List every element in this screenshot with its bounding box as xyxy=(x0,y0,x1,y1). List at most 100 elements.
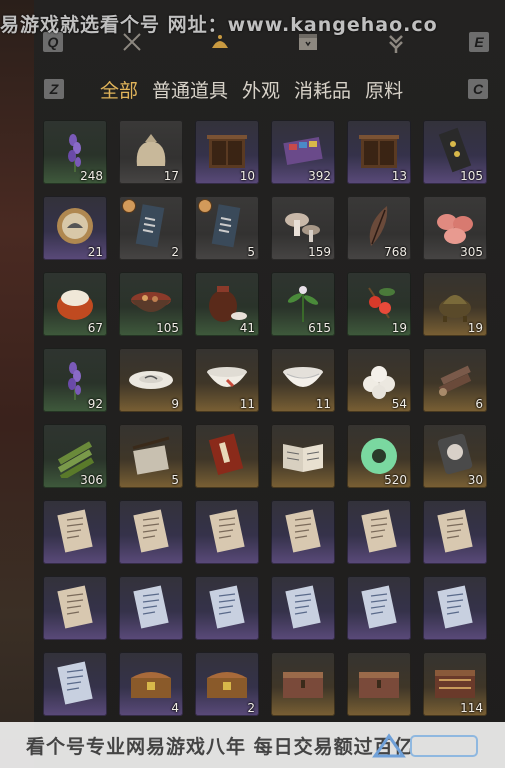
inventory-slot[interactable] xyxy=(347,576,411,640)
mushroom-icon xyxy=(285,213,320,242)
item-count: 21 xyxy=(87,245,103,259)
inventory-slot[interactable]: 5 xyxy=(195,196,259,260)
treasure-chest-icon xyxy=(207,672,247,698)
inventory-slot[interactable]: 9 xyxy=(119,348,183,412)
inventory-slot[interactable] xyxy=(271,500,335,564)
plate-icon xyxy=(129,371,173,389)
tab-category-1[interactable]: 普通道具 xyxy=(152,76,228,103)
item-count: 306 xyxy=(80,473,103,487)
z-key-hint[interactable]: Z xyxy=(44,79,64,99)
inventory-slot[interactable]: 615 xyxy=(271,272,335,336)
watermark-bottom-text: 看个号专业网易游戏八年 每日交易额过百亿 xyxy=(26,736,414,758)
tab-category-4[interactable]: 原料 xyxy=(365,76,403,103)
chestnut-icon xyxy=(57,290,93,320)
inventory-slot[interactable]: 392 xyxy=(271,120,335,184)
inventory-slot[interactable] xyxy=(195,500,259,564)
inventory-slot[interactable]: 67 xyxy=(43,272,107,336)
wooden-chest-icon xyxy=(359,672,399,698)
herb-icon xyxy=(287,286,319,322)
letter-icon xyxy=(209,509,245,553)
inventory-slot[interactable]: 2 xyxy=(195,652,259,716)
inventory-slot[interactable] xyxy=(347,652,411,716)
inventory-slot[interactable]: 30 xyxy=(423,424,487,488)
letter-icon xyxy=(133,509,169,553)
wine-jar-icon xyxy=(209,286,247,322)
inventory-slot[interactable]: 5 xyxy=(119,424,183,488)
item-count: 2 xyxy=(171,245,179,259)
brush-paper-icon xyxy=(132,436,170,475)
cabinet-icon xyxy=(359,135,399,168)
inventory-slot[interactable]: 114 xyxy=(423,652,487,716)
inventory-slot[interactable] xyxy=(423,576,487,640)
watermark-logo-icon xyxy=(372,733,478,758)
inventory-slot[interactable] xyxy=(347,500,411,564)
item-count: 67 xyxy=(87,321,103,335)
item-count: 114 xyxy=(460,701,483,715)
item-count: 768 xyxy=(384,245,407,259)
inventory-slot[interactable]: 13 xyxy=(347,120,411,184)
inventory-slot[interactable]: 768 xyxy=(347,196,411,260)
inventory-slot[interactable] xyxy=(271,576,335,640)
inventory-slot[interactable] xyxy=(195,424,259,488)
cabinet-icon xyxy=(207,135,247,168)
inventory-slot[interactable]: 11 xyxy=(271,348,335,412)
inventory-slot[interactable]: 19 xyxy=(423,272,487,336)
inventory-slot[interactable]: 19 xyxy=(347,272,411,336)
berry-icon xyxy=(368,287,395,319)
inventory-slot[interactable] xyxy=(43,576,107,640)
inventory-slot[interactable] xyxy=(43,500,107,564)
inventory-slot[interactable]: 6 xyxy=(423,348,487,412)
inventory-slot[interactable]: 21 xyxy=(43,196,107,260)
inventory-slot[interactable]: 159 xyxy=(271,196,335,260)
inventory-slot[interactable] xyxy=(119,500,183,564)
inventory-slot[interactable]: 4 xyxy=(119,652,183,716)
treasure-chest-icon xyxy=(131,672,171,698)
tab-category-0[interactable]: 全部 xyxy=(100,76,138,103)
inventory-slot[interactable] xyxy=(43,652,107,716)
letter-icon xyxy=(57,509,93,553)
rooster-bowl-icon xyxy=(207,367,247,388)
item-count: 105 xyxy=(156,321,179,335)
inventory-slot[interactable] xyxy=(195,576,259,640)
tab-category-3[interactable]: 消耗品 xyxy=(294,76,351,103)
inventory-slot[interactable]: 10 xyxy=(195,120,259,184)
letter-icon xyxy=(437,509,473,553)
inventory-slot[interactable]: 248 xyxy=(43,120,107,184)
blue-letter-icon xyxy=(285,585,321,629)
c-key-hint[interactable]: C xyxy=(468,79,488,99)
seal-tag-icon xyxy=(437,433,473,475)
item-count: 54 xyxy=(391,397,407,411)
inventory-slot[interactable]: 17 xyxy=(119,120,183,184)
letter-icon xyxy=(361,509,397,553)
inventory-slot[interactable] xyxy=(271,424,335,488)
inventory-slot[interactable] xyxy=(423,500,487,564)
inventory-slot[interactable] xyxy=(271,652,335,716)
inventory-slot[interactable]: 105 xyxy=(119,272,183,336)
inventory-slot[interactable]: 305 xyxy=(423,196,487,260)
lavender-icon xyxy=(68,134,81,172)
inventory-slot[interactable]: 41 xyxy=(195,272,259,336)
item-count: 9 xyxy=(171,397,179,411)
inventory-slot[interactable]: 306 xyxy=(43,424,107,488)
item-count: 520 xyxy=(384,473,407,487)
bamboo-icon xyxy=(57,441,95,478)
item-count: 392 xyxy=(308,169,331,183)
tab-category-2[interactable]: 外观 xyxy=(242,76,280,103)
sack-icon xyxy=(136,134,166,166)
inventory-slot[interactable]: 2 xyxy=(119,196,183,260)
inventory-slot[interactable]: 54 xyxy=(347,348,411,412)
letter-icon xyxy=(57,585,93,629)
item-count: 11 xyxy=(239,397,255,411)
timer-clock-icon xyxy=(122,199,136,213)
dye-box-icon xyxy=(283,137,323,165)
inventory-slot[interactable]: 92 xyxy=(43,348,107,412)
inventory-slot[interactable]: 11 xyxy=(195,348,259,412)
inventory-slot[interactable]: 105 xyxy=(423,120,487,184)
category-tabs: 全部 普通道具 外观 消耗品 原料 xyxy=(100,72,403,106)
open-book-icon xyxy=(283,444,323,472)
inventory-slot[interactable]: 520 xyxy=(347,424,411,488)
ornate-chest-icon xyxy=(435,670,475,698)
inventory-slot[interactable] xyxy=(119,576,183,640)
item-count: 92 xyxy=(87,397,103,411)
item-count: 105 xyxy=(460,169,483,183)
